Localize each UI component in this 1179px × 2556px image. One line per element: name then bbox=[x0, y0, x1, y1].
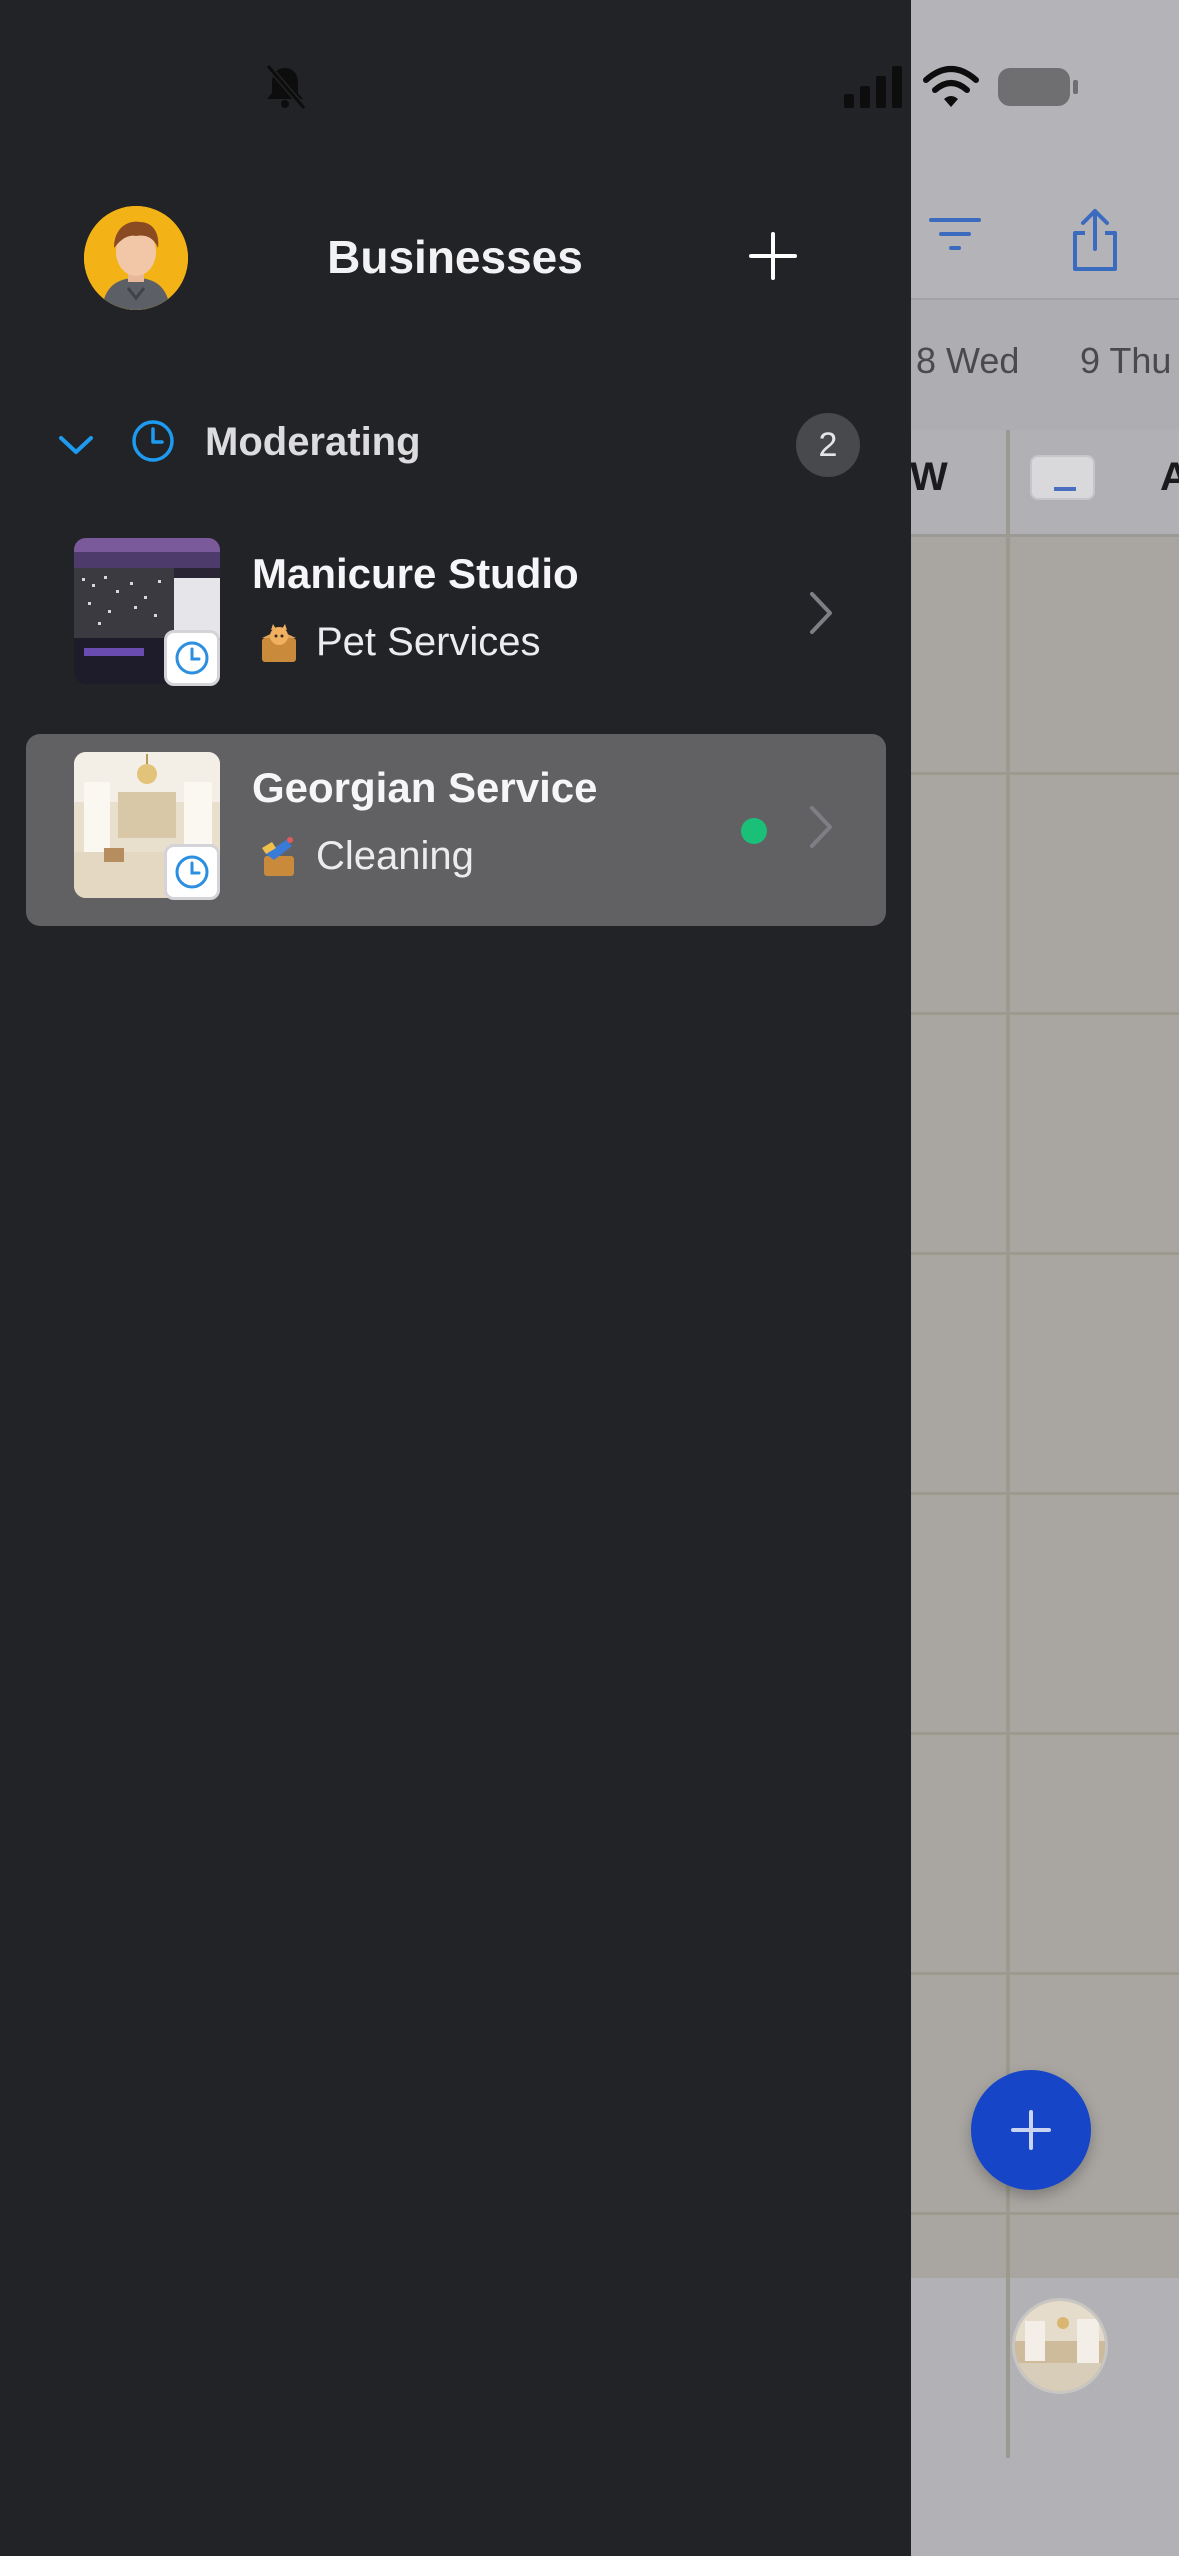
cleaning-icon bbox=[262, 837, 294, 876]
plus-icon bbox=[1011, 2110, 1051, 2150]
pending-badge bbox=[164, 844, 220, 900]
grid-line bbox=[911, 1012, 1179, 1015]
plus-icon[interactable] bbox=[745, 228, 801, 284]
pet-services-icon bbox=[262, 624, 296, 662]
add-booking-button[interactable] bbox=[971, 2070, 1091, 2190]
grid-line bbox=[911, 772, 1179, 775]
clock-icon bbox=[132, 420, 174, 462]
group-label: Moderating bbox=[205, 420, 421, 464]
online-status-dot bbox=[741, 818, 767, 844]
column-header: A bbox=[1160, 455, 1179, 499]
battery-icon bbox=[998, 68, 1078, 106]
business-category: Pet Services bbox=[316, 620, 541, 664]
chevron-down-icon[interactable] bbox=[55, 430, 97, 460]
grid-line bbox=[911, 1732, 1179, 1735]
grid-line bbox=[911, 1252, 1179, 1255]
day-tab[interactable]: 9 Thu bbox=[1080, 340, 1171, 382]
grid-line bbox=[911, 1492, 1179, 1495]
business-item-georgian-service[interactable]: Georgian Service Cleaning bbox=[26, 734, 886, 926]
businesses-drawer: Businesses Moderating 2 Manicure Studio … bbox=[0, 0, 1078, 2556]
drawer-title: Businesses bbox=[327, 231, 583, 283]
cellular-signal-icon bbox=[844, 66, 902, 108]
business-category: Cleaning bbox=[316, 834, 474, 878]
column-thumbnail bbox=[1030, 455, 1095, 500]
business-name: Manicure Studio bbox=[252, 550, 579, 597]
grid-line bbox=[1006, 537, 1010, 2278]
business-avatar[interactable] bbox=[1012, 2298, 1108, 2394]
filter-icon[interactable] bbox=[925, 210, 985, 260]
pending-badge bbox=[164, 630, 220, 686]
grid-line bbox=[911, 1972, 1179, 1975]
share-icon[interactable] bbox=[1065, 205, 1125, 275]
chevron-right-icon bbox=[810, 806, 832, 848]
chevron-right-icon bbox=[810, 592, 832, 634]
grid-line bbox=[1006, 2278, 1010, 2458]
grid-line bbox=[1006, 430, 1010, 534]
avatar-illustration bbox=[84, 206, 188, 310]
count-badge: 2 bbox=[796, 413, 860, 477]
column-header: W bbox=[910, 455, 948, 499]
grid-line bbox=[911, 2212, 1179, 2215]
business-item-manicure-studio[interactable]: Manicure Studio Pet Services bbox=[26, 520, 886, 712]
schedule-grid[interactable] bbox=[911, 537, 1179, 2278]
clock-icon bbox=[175, 855, 209, 889]
clock-icon bbox=[175, 641, 209, 675]
business-name: Georgian Service bbox=[252, 764, 598, 811]
avatar[interactable] bbox=[84, 206, 188, 310]
bell-slash-icon bbox=[265, 64, 307, 110]
day-tab[interactable]: 8 Wed bbox=[916, 340, 1019, 382]
wifi-icon bbox=[923, 66, 979, 107]
